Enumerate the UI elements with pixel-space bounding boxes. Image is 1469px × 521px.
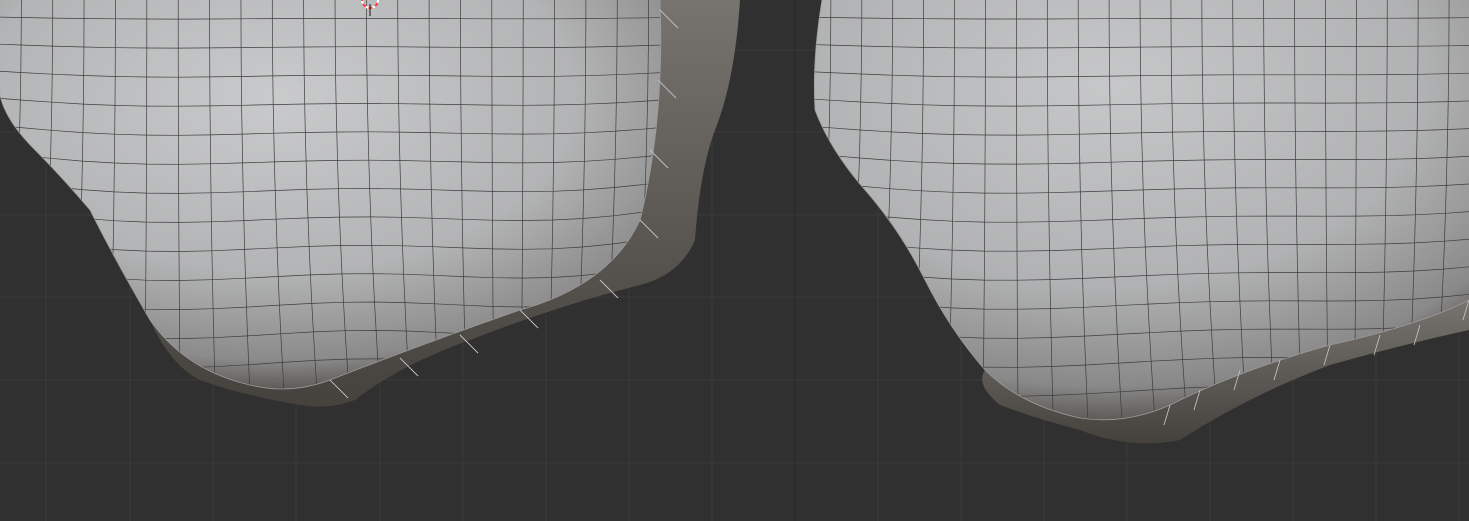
- wire-edge: [781, 450, 1461, 483]
- 3d-viewport[interactable]: [0, 0, 1469, 521]
- viewport-canvas[interactable]: [0, 0, 1469, 521]
- right-mesh-object[interactable]: [781, 0, 1469, 483]
- wire-edge: [0, 420, 662, 455]
- wire-edge: [781, 0, 800, 450]
